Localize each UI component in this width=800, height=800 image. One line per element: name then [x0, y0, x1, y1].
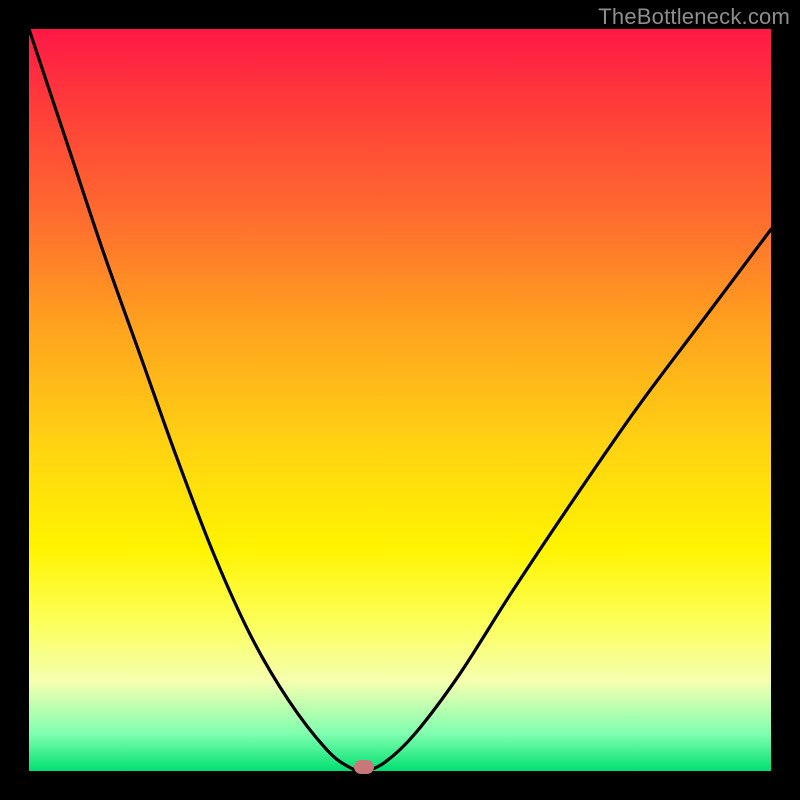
plot-area	[29, 29, 771, 771]
watermark-text: TheBottleneck.com	[598, 4, 790, 30]
minimum-marker	[354, 760, 374, 774]
chart-frame: TheBottleneck.com	[0, 0, 800, 800]
